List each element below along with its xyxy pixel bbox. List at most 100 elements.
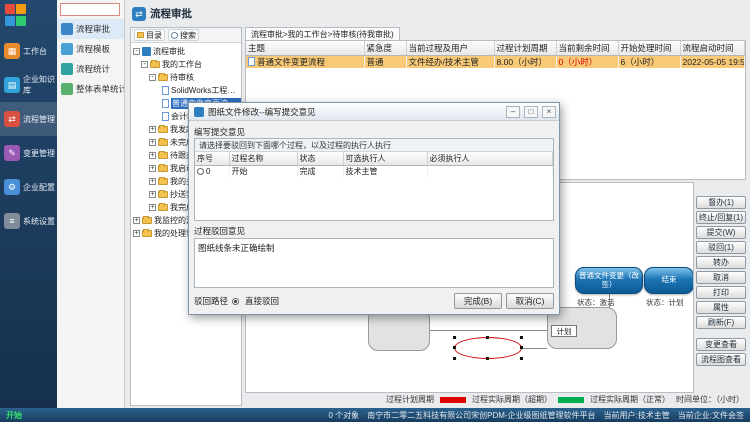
system-settings-icon: ≡ [4,213,20,229]
flow-diagram-view-button[interactable]: 流程图查看 [696,353,746,366]
expand-icon[interactable]: + [149,152,156,159]
reject-comment-textarea[interactable]: 图纸线条未正确绘制 [194,238,554,288]
collapse-icon[interactable]: - [141,61,148,68]
tree-item-root[interactable]: - 流程审批 [131,45,241,58]
column-header-seq: 序号 [195,152,229,165]
catalog-button[interactable]: 目录 [134,29,165,41]
flow-selected-node[interactable] [454,337,522,359]
breadcrumb-tab[interactable]: 流程审批>我的工作台>待审核(待我审批) [245,27,400,40]
nav-item-change-management[interactable]: ✎ 变更管理 [0,136,57,170]
expand-icon[interactable]: + [149,126,156,133]
expand-icon[interactable]: + [149,139,156,146]
expand-icon[interactable]: + [133,230,140,237]
submit-button[interactable]: 提交(W) [696,226,746,239]
folder-icon [158,74,168,81]
legend-normal-label: 过程实际周期（正常） [590,394,670,405]
cell-optional-executor: 技术主管 [343,165,427,177]
minimize-icon[interactable]: – [506,106,520,118]
reject-button[interactable]: 驳回(1) [696,241,746,254]
flow-mini-node[interactable]: 计划 [551,325,577,337]
terminate-reply-button[interactable]: 终止/回复(1) [696,211,746,224]
nav-label: 变更管理 [23,148,55,159]
expand-icon[interactable]: + [149,204,156,211]
expand-icon[interactable]: + [149,178,156,185]
search-button[interactable]: 搜索 [168,29,199,41]
flow-state-node[interactable] [368,309,430,351]
resize-handle[interactable] [520,346,523,349]
reject-path-label: 驳回路径 [194,295,228,307]
table-header-row: 主题 紧急度 当前过程及用户 过程计划周期 当前剩余时间 开始处理时间 流程启动… [246,41,745,55]
document-icon [162,112,169,121]
close-icon[interactable]: × [542,106,556,118]
print-button[interactable]: 打印 [696,286,746,299]
nav-label: 工作台 [23,46,47,57]
column-header-urgency[interactable]: 紧急度 [364,41,406,55]
change-view-button[interactable]: 变更查看 [696,338,746,351]
nav-item-enterprise-config[interactable]: ⚙ 企业配置 [0,170,57,204]
cancel-button[interactable]: 取消 [696,271,746,284]
properties-button[interactable]: 属性 [696,301,746,314]
tree-item-my-workbench[interactable]: - 我的工作台 [131,58,241,71]
sidebar-search-input[interactable] [60,3,120,16]
flow-node-file-change[interactable]: 普通文件变更（改签） [575,267,643,294]
column-header-launch-time[interactable]: 流程启动时间 [680,41,745,55]
flow-node-end[interactable]: 结束 [644,267,694,294]
collapse-icon[interactable]: - [133,48,140,55]
dialog-table-header: 序号 过程名称 状态 可选执行人 必须执行人 [195,152,553,165]
resize-handle[interactable] [453,346,456,349]
transfer-button[interactable]: 转办 [696,256,746,269]
cell-current-user: 文件经办/技术主管 [406,55,494,68]
subnav-label: 流程审批 [76,23,110,35]
change-management-icon: ✎ [4,145,20,161]
column-header-remaining[interactable]: 当前剩余时间 [556,41,618,55]
maximize-icon[interactable]: □ [524,106,538,118]
flow-connector [430,330,547,331]
process-template-icon [61,43,73,55]
subnav-item-process-approval[interactable]: 流程审批 [57,19,124,39]
resize-handle[interactable] [520,336,523,339]
expand-icon[interactable]: + [149,191,156,198]
nav-item-knowledge-base[interactable]: ▤ 企业知识库 [0,68,57,102]
expand-icon[interactable]: + [149,165,156,172]
column-header-subject[interactable]: 主题 [246,41,364,55]
dialog-title-bar[interactable]: 图纸文件修改--编写提交意见 – □ × [189,103,559,121]
document-icon [162,86,169,95]
resize-handle[interactable] [486,336,489,339]
subnav-label: 整体表单统计 [76,83,124,95]
tree-item-pending-review[interactable]: - 待审核 [131,71,241,84]
section-label: 编写提交意见 [194,126,554,137]
flow-node-end-status: 状态：计划 [646,297,684,308]
nav-item-workbench[interactable]: ▦ 工作台 [0,34,57,68]
column-header-start-time[interactable]: 开始处理时间 [618,41,680,55]
nav-label: 流程管理 [23,114,55,125]
finish-button[interactable]: 完成(B) [454,293,502,309]
page-header: ⇄ 流程审批 [125,0,750,27]
folder-icon [158,191,168,198]
row-radio[interactable] [197,168,204,175]
reject-target-group: 请选择要驳回到下面哪个过程，以及过程的执行人执行 序号 过程名称 状态 可选执行… [194,138,554,221]
column-header-plan-period[interactable]: 过程计划周期 [494,41,556,55]
subnav-item-process-statistics[interactable]: 流程统计 [57,59,124,79]
column-header-status: 状态 [297,152,343,165]
table-row[interactable]: 普通文件变更流程 普通 文件经办/技术主管 8.00（小时） 0（小时） 6（小… [246,55,745,68]
subnav-item-form-statistics[interactable]: 整体表单统计 [57,79,124,99]
subnav-label: 流程统计 [76,63,110,75]
dialog-table-row[interactable]: 0 开始 完成 技术主管 [195,165,553,177]
subnav-item-process-template[interactable]: 流程模板 [57,39,124,59]
resize-handle[interactable] [520,357,523,360]
resize-handle[interactable] [486,357,489,360]
resize-handle[interactable] [453,336,456,339]
nav-item-process-management[interactable]: ⇄ 流程管理 [0,102,57,136]
refresh-button[interactable]: 刷新(F) [696,316,746,329]
direct-reject-radio[interactable] [232,298,239,305]
supervise-button[interactable]: 督办(1) [696,196,746,209]
resize-handle[interactable] [453,357,456,360]
nav-item-system-settings[interactable]: ≡ 系统设置 [0,204,57,238]
normal-color-swatch [558,397,584,403]
tree-item-solidworks-process[interactable]: SolidWorks工程图审批流程(1) [131,84,241,97]
dialog-cancel-button[interactable]: 取消(C) [506,293,554,309]
expand-icon[interactable]: + [133,217,140,224]
column-header-current-user[interactable]: 当前过程及用户 [406,41,494,55]
collapse-icon[interactable]: - [149,74,156,81]
folder-icon [150,61,160,68]
